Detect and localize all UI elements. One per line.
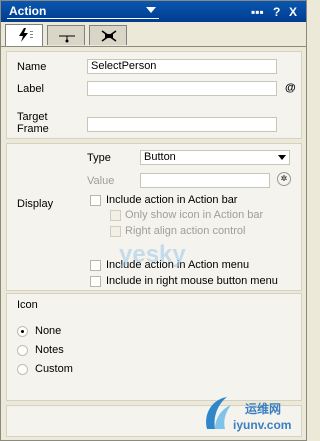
title-bar: Action ▪▪▪ ? X xyxy=(1,1,306,22)
window-title: Action xyxy=(9,4,47,18)
icon-custom-radio[interactable] xyxy=(17,364,28,375)
watermark-url: iyunv.com xyxy=(233,418,292,432)
value-label: Value xyxy=(87,175,115,187)
display-label: Display xyxy=(17,198,54,210)
type-label: Type xyxy=(87,152,111,164)
watermark-top: yesky xyxy=(119,241,186,268)
label-field[interactable] xyxy=(87,81,277,96)
tab-action[interactable] xyxy=(5,24,43,46)
name-label: Name xyxy=(17,61,47,73)
chevron-down-icon xyxy=(278,155,286,160)
right-align-checkbox[interactable] xyxy=(110,226,121,237)
label-label: Label xyxy=(17,83,44,95)
type-select-value: Button xyxy=(144,151,176,163)
lightning-icon xyxy=(19,28,33,42)
general-panel: Name SelectPerson Label @ Target Frame xyxy=(6,51,302,139)
target-frame-label: Target Frame xyxy=(17,111,49,135)
tab-transitions[interactable] xyxy=(47,25,85,45)
icon-none-radio[interactable] xyxy=(17,326,28,337)
include-right-click-checkbox[interactable] xyxy=(90,276,101,287)
icon-custom-label: Custom xyxy=(35,363,73,375)
icon-none-label: None xyxy=(35,325,62,337)
tab-events[interactable] xyxy=(89,25,127,45)
gear-icon[interactable]: ✲ xyxy=(277,172,291,186)
value-field[interactable] xyxy=(140,173,270,188)
more-options-button[interactable]: ▪▪▪ xyxy=(251,5,264,19)
watermark-cn: 运维网 xyxy=(245,402,282,416)
include-action-bar-label: Include action in Action bar xyxy=(106,194,238,206)
include-action-menu-checkbox[interactable] xyxy=(90,260,101,271)
formula-at-button[interactable]: @ xyxy=(285,82,296,94)
event-icon xyxy=(101,30,117,42)
icon-notes-label: Notes xyxy=(35,344,64,356)
icon-panel: Icon None Notes Custom xyxy=(6,293,302,401)
help-button[interactable]: ? xyxy=(273,5,280,19)
title-underline xyxy=(7,18,159,19)
include-right-click-label: Include in right mouse button menu xyxy=(106,275,278,287)
action-properties-window: Action ▪▪▪ ? X Name SelectPerson Label @… xyxy=(0,0,307,441)
only-icon-label: Only show icon in Action bar xyxy=(125,209,264,221)
chevron-down-icon[interactable] xyxy=(146,7,156,13)
type-select[interactable]: Button xyxy=(140,150,290,165)
transition-icon xyxy=(59,35,75,43)
tab-bar xyxy=(1,22,306,47)
icon-section-label: Icon xyxy=(17,299,38,311)
only-icon-checkbox[interactable] xyxy=(110,210,121,221)
right-align-label: Right align action control xyxy=(125,225,246,237)
target-frame-field[interactable] xyxy=(87,117,277,132)
watermark-logo-icon xyxy=(206,397,231,429)
close-button[interactable]: X xyxy=(289,5,297,19)
name-field[interactable]: SelectPerson xyxy=(87,59,277,74)
icon-notes-radio[interactable] xyxy=(17,345,28,356)
include-action-bar-checkbox[interactable] xyxy=(90,195,101,206)
